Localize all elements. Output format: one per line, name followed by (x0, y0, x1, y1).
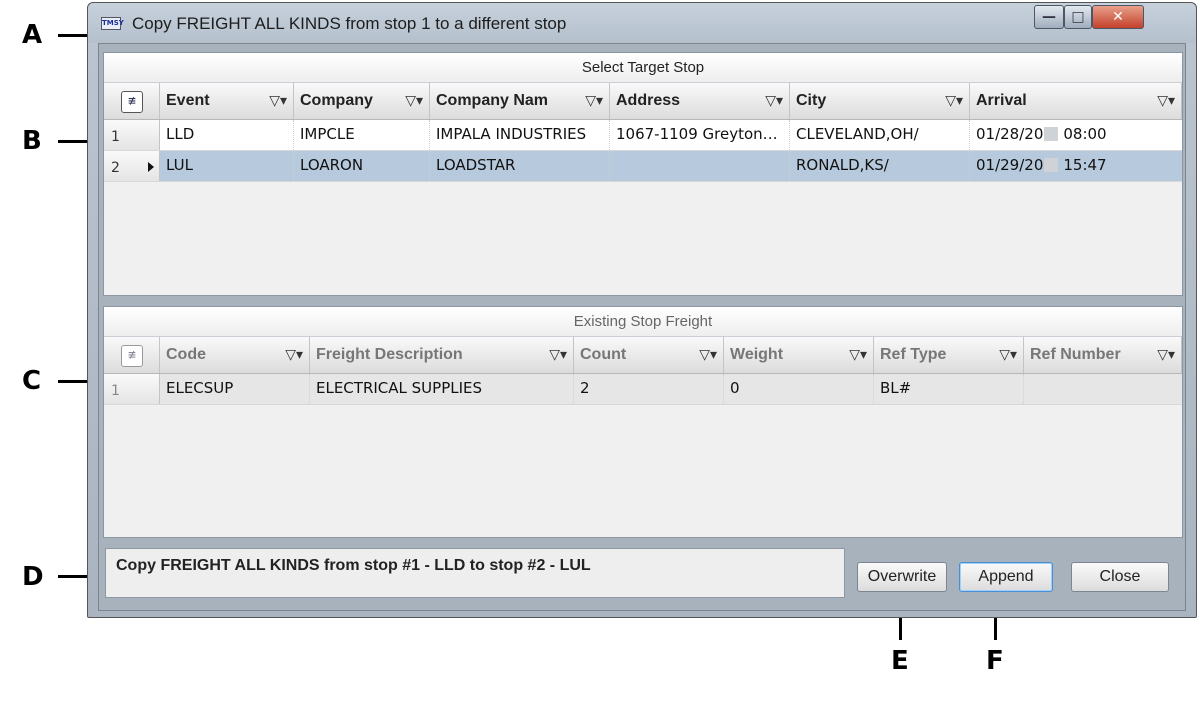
callout-b: B (22, 126, 42, 156)
cell-description: ELECTRICAL SUPPLIES (310, 374, 574, 404)
col-header-company[interactable]: Company ▽▾ (294, 83, 430, 119)
arrival-time: 15:47 (1063, 156, 1107, 174)
column-chooser-icon: ≢ (121, 345, 143, 367)
funnel-icon[interactable]: ▽▾ (699, 337, 717, 373)
maximize-button[interactable]: □ (1064, 5, 1092, 29)
dialog-client-area: Select Target Stop ≢ Event ▽▾ Company ▽▾… (98, 43, 1186, 611)
col-header-label: City (796, 92, 827, 109)
funnel-icon[interactable]: ▽▾ (405, 83, 423, 119)
col-header-company-name[interactable]: Company Nam ▽▾ (430, 83, 610, 119)
col-header-code[interactable]: Code ▽▾ (160, 337, 310, 373)
col-header-arrival[interactable]: Arrival ▽▾ (970, 83, 1182, 119)
cell-company-name: IMPALA INDUSTRIES (430, 120, 610, 150)
col-header-label: Arrival (976, 92, 1027, 109)
callout-f: F (986, 646, 1004, 676)
funnel-icon[interactable]: ▽▾ (945, 83, 963, 119)
redacted-year (1044, 158, 1059, 172)
col-header-label: Ref Type (880, 346, 947, 363)
cell-ref-type: BL# (874, 374, 1024, 404)
window-title: Copy FREIGHT ALL KINDS from stop 1 to a … (132, 14, 567, 33)
funnel-icon[interactable]: ▽▾ (999, 337, 1017, 373)
funnel-icon[interactable]: ▽▾ (285, 337, 303, 373)
col-header-freight-description[interactable]: Freight Description ▽▾ (310, 337, 574, 373)
existing-freight-grid-header: ≢ Code ▽▾ Freight Description ▽▾ Count ▽… (104, 337, 1182, 374)
funnel-icon[interactable]: ▽▾ (269, 83, 287, 119)
col-header-address[interactable]: Address ▽▾ (610, 83, 790, 119)
table-row[interactable]: 1 ELECSUP ELECTRICAL SUPPLIES 2 0 BL# (104, 374, 1182, 405)
col-header-event[interactable]: Event ▽▾ (160, 83, 294, 119)
callout-e: E (891, 646, 909, 676)
cell-city: RONALD,KS/ (790, 151, 970, 181)
title-bar[interactable]: TMSY Copy FREIGHT ALL KINDS from stop 1 … (88, 3, 1196, 43)
append-button[interactable]: Append (959, 562, 1053, 592)
column-chooser-icon: ≢ (121, 91, 143, 113)
table-row[interactable]: 1 LLD IMPCLE IMPALA INDUSTRIES 1067-1109… (104, 120, 1182, 151)
cell-arrival: 01/29/20 15:47 (970, 151, 1182, 181)
cell-code: ELECSUP (160, 374, 310, 404)
cell-address (610, 151, 790, 181)
callout-c: C (22, 366, 42, 396)
column-chooser[interactable]: ≢ (104, 337, 160, 373)
arrival-date: 01/29/20 (976, 156, 1044, 174)
col-header-label: Freight Description (316, 346, 463, 363)
col-header-ref-number[interactable]: Ref Number ▽▾ (1024, 337, 1182, 373)
cell-weight: 0 (724, 374, 874, 404)
arrival-time: 08:00 (1063, 125, 1107, 143)
callout-d: D (22, 562, 44, 592)
arrival-date: 01/28/20 (976, 125, 1044, 143)
col-header-label: Code (166, 346, 206, 363)
funnel-icon[interactable]: ▽▾ (849, 337, 867, 373)
row-number: 2 (104, 151, 160, 181)
callout-a: A (22, 20, 43, 50)
col-header-label: Company (300, 92, 373, 109)
copy-summary-message: Copy FREIGHT ALL KINDS from stop #1 - LL… (105, 548, 845, 598)
col-header-label: Count (580, 346, 627, 363)
cell-company: LOARON (294, 151, 430, 181)
col-header-city[interactable]: City ▽▾ (790, 83, 970, 119)
existing-freight-grid-title: Existing Stop Freight (104, 307, 1182, 337)
cell-company-name: LOADSTAR (430, 151, 610, 181)
target-stop-grid: Select Target Stop ≢ Event ▽▾ Company ▽▾… (103, 52, 1183, 296)
existing-freight-rows: 1 ELECSUP ELECTRICAL SUPPLIES 2 0 BL# (104, 374, 1182, 405)
row-number-label: 2 (111, 160, 120, 176)
column-chooser[interactable]: ≢ (104, 83, 160, 119)
row-number: 1 (104, 374, 160, 404)
table-row-selected[interactable]: 2 LUL LOARON LOADSTAR RONALD,KS/ 01/29/2… (104, 151, 1182, 182)
target-stop-grid-title: Select Target Stop (104, 53, 1182, 83)
target-stop-rows: 1 LLD IMPCLE IMPALA INDUSTRIES 1067-1109… (104, 120, 1182, 182)
funnel-icon[interactable]: ▽▾ (1157, 83, 1175, 119)
row-number: 1 (104, 120, 160, 150)
target-stop-grid-header: ≢ Event ▽▾ Company ▽▾ Company Nam ▽▾ Add… (104, 83, 1182, 120)
existing-freight-grid: Existing Stop Freight ≢ Code ▽▾ Freight … (103, 306, 1183, 538)
cell-arrival: 01/28/20 08:00 (970, 120, 1182, 150)
funnel-icon[interactable]: ▽▾ (765, 83, 783, 119)
row-pointer-icon (148, 162, 154, 172)
cell-event: LLD (160, 120, 294, 150)
copy-freight-dialog: TMSY Copy FREIGHT ALL KINDS from stop 1 … (87, 2, 1197, 618)
col-header-weight[interactable]: Weight ▽▾ (724, 337, 874, 373)
close-button[interactable]: Close (1071, 562, 1169, 592)
funnel-icon[interactable]: ▽▾ (585, 83, 603, 119)
col-header-count[interactable]: Count ▽▾ (574, 337, 724, 373)
cell-count: 2 (574, 374, 724, 404)
col-header-ref-type[interactable]: Ref Type ▽▾ (874, 337, 1024, 373)
cell-city: CLEVELAND,OH/ (790, 120, 970, 150)
redacted-year (1044, 127, 1059, 141)
close-window-button[interactable]: ✕ (1092, 5, 1144, 29)
funnel-icon[interactable]: ▽▾ (549, 337, 567, 373)
funnel-icon[interactable]: ▽▾ (1157, 337, 1175, 373)
col-header-label: Company Nam (436, 92, 549, 109)
tmsy-app-icon: TMSY (101, 17, 124, 30)
cell-event: LUL (160, 151, 294, 181)
minimize-button[interactable]: — (1034, 5, 1064, 29)
cell-company: IMPCLE (294, 120, 430, 150)
col-header-label: Ref Number (1030, 346, 1121, 363)
overwrite-button[interactable]: Overwrite (857, 562, 947, 592)
cell-address: 1067-1109 Greyton… (610, 120, 790, 150)
col-header-label: Address (616, 92, 681, 109)
cell-ref-number (1024, 374, 1182, 404)
col-header-label: Event (166, 92, 210, 109)
col-header-label: Weight (730, 346, 784, 363)
